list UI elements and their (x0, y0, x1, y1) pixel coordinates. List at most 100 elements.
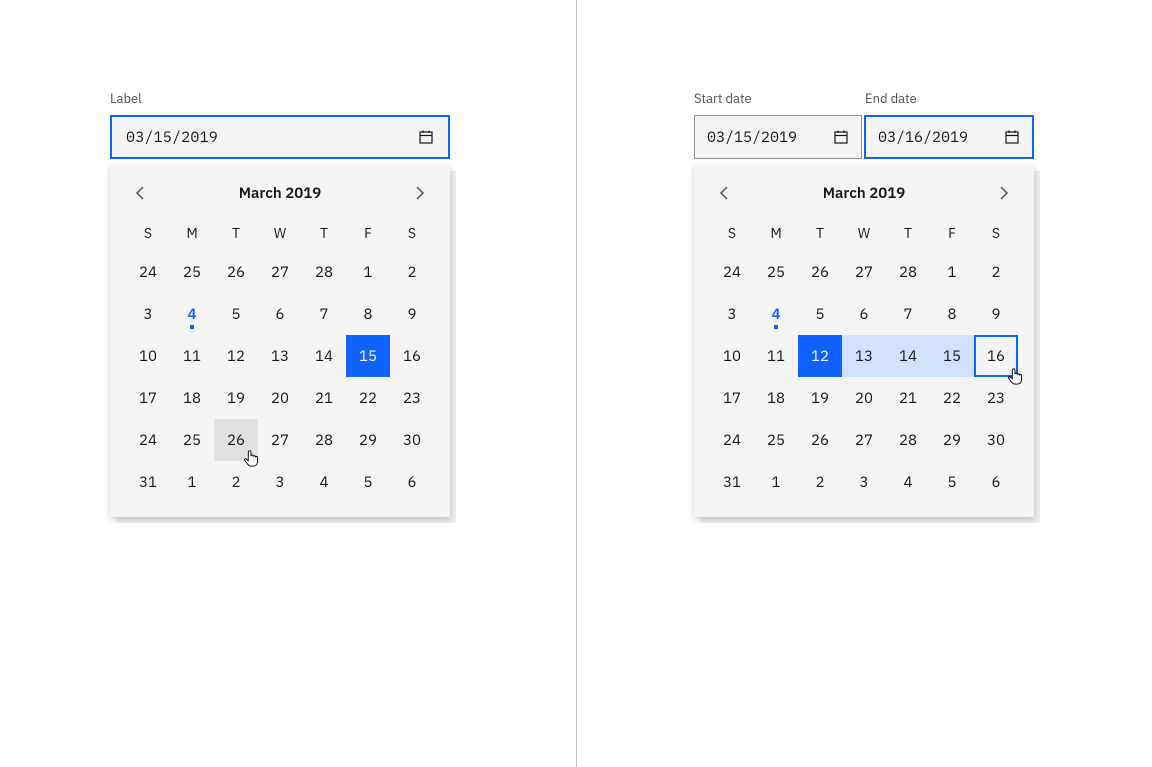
date-input-value: 03/15/2019 (126, 128, 418, 147)
day-cell[interactable]: 31 (710, 461, 754, 503)
day-cell[interactable]: 5 (214, 293, 258, 335)
day-cell[interactable]: 4 (170, 293, 214, 335)
day-cell[interactable]: 30 (390, 419, 434, 461)
day-cell[interactable]: 28 (302, 419, 346, 461)
day-cell[interactable]: 3 (258, 461, 302, 503)
day-cell[interactable]: 2 (214, 461, 258, 503)
day-cell[interactable]: 7 (302, 293, 346, 335)
day-cell[interactable]: 24 (126, 419, 170, 461)
day-cell[interactable]: 26 (214, 251, 258, 293)
day-cell[interactable]: 11 (170, 335, 214, 377)
day-cell[interactable]: 3 (842, 461, 886, 503)
day-cell[interactable]: 9 (974, 293, 1018, 335)
day-cell[interactable]: 23 (974, 377, 1018, 419)
day-cell[interactable]: 2 (974, 251, 1018, 293)
day-cell[interactable]: 30 (974, 419, 1018, 461)
day-cell[interactable]: 25 (170, 251, 214, 293)
day-cell[interactable]: 18 (754, 377, 798, 419)
day-cell[interactable]: 27 (842, 251, 886, 293)
day-cell[interactable]: 6 (258, 293, 302, 335)
prev-month-button[interactable] (126, 179, 154, 207)
day-cell[interactable]: 20 (842, 377, 886, 419)
field-label: Label (110, 90, 450, 107)
date-input[interactable]: 03/15/2019 (110, 115, 450, 159)
day-cell[interactable]: 26 (798, 251, 842, 293)
day-cell[interactable]: 22 (346, 377, 390, 419)
day-cell[interactable]: 6 (390, 461, 434, 503)
day-cell[interactable]: 2 (798, 461, 842, 503)
day-cell[interactable]: 16 (974, 335, 1018, 377)
day-cell[interactable]: 12 (214, 335, 258, 377)
day-cell[interactable]: 16 (390, 335, 434, 377)
day-cell[interactable]: 13 (842, 335, 886, 377)
weekday-header: T (886, 215, 930, 251)
day-cell[interactable]: 15 (930, 335, 974, 377)
day-cell[interactable]: 5 (798, 293, 842, 335)
day-cell[interactable]: 3 (710, 293, 754, 335)
day-cell[interactable]: 27 (258, 419, 302, 461)
day-cell[interactable]: 17 (710, 377, 754, 419)
day-cell[interactable]: 24 (126, 251, 170, 293)
day-cell[interactable]: 26 (214, 419, 258, 461)
day-cell[interactable]: 1 (346, 251, 390, 293)
day-cell[interactable]: 23 (390, 377, 434, 419)
day-cell[interactable]: 29 (346, 419, 390, 461)
day-cell[interactable]: 1 (754, 461, 798, 503)
day-cell[interactable]: 8 (930, 293, 974, 335)
day-cell[interactable]: 13 (258, 335, 302, 377)
day-cell[interactable]: 27 (842, 419, 886, 461)
day-cell[interactable]: 1 (170, 461, 214, 503)
day-cell[interactable]: 11 (754, 335, 798, 377)
day-cell[interactable]: 21 (886, 377, 930, 419)
day-cell[interactable]: 28 (302, 251, 346, 293)
day-cell[interactable]: 6 (842, 293, 886, 335)
next-month-button[interactable] (406, 179, 434, 207)
day-cell[interactable]: 20 (258, 377, 302, 419)
day-cell[interactable]: 7 (886, 293, 930, 335)
day-cell[interactable]: 3 (126, 293, 170, 335)
day-cell[interactable]: 31 (126, 461, 170, 503)
month-year-label: March 2019 (823, 184, 906, 203)
day-cell[interactable]: 25 (754, 419, 798, 461)
day-cell[interactable]: 17 (126, 377, 170, 419)
day-cell[interactable]: 14 (886, 335, 930, 377)
day-cell[interactable]: 21 (302, 377, 346, 419)
prev-month-button[interactable] (710, 179, 738, 207)
start-date-input[interactable]: 03/15/2019 (694, 115, 862, 159)
day-cell[interactable]: 24 (710, 251, 754, 293)
day-cell[interactable]: 28 (886, 419, 930, 461)
day-cell[interactable]: 19 (214, 377, 258, 419)
day-cell[interactable]: 29 (930, 419, 974, 461)
day-cell[interactable]: 6 (974, 461, 1018, 503)
weekday-header: S (974, 215, 1018, 251)
day-cell[interactable]: 10 (126, 335, 170, 377)
weekday-header: M (170, 215, 214, 251)
day-cell[interactable]: 9 (390, 293, 434, 335)
day-cell[interactable]: 25 (754, 251, 798, 293)
day-cell[interactable]: 24 (710, 419, 754, 461)
day-cell[interactable]: 28 (886, 251, 930, 293)
day-cell[interactable]: 22 (930, 377, 974, 419)
day-cell[interactable]: 27 (258, 251, 302, 293)
day-cell[interactable]: 25 (170, 419, 214, 461)
day-cell[interactable]: 18 (170, 377, 214, 419)
day-cell[interactable]: 14 (302, 335, 346, 377)
day-cell[interactable]: 5 (346, 461, 390, 503)
end-date-input[interactable]: 03/16/2019 (864, 115, 1034, 159)
day-cell[interactable]: 26 (798, 419, 842, 461)
day-cell[interactable]: 4 (886, 461, 930, 503)
day-cell[interactable]: 1 (930, 251, 974, 293)
day-cell[interactable]: 4 (754, 293, 798, 335)
day-cell[interactable]: 15 (346, 335, 390, 377)
weekday-header: F (930, 215, 974, 251)
day-cell[interactable]: 10 (710, 335, 754, 377)
day-cell[interactable]: 2 (390, 251, 434, 293)
day-cell[interactable]: 8 (346, 293, 390, 335)
day-cell[interactable]: 12 (798, 335, 842, 377)
day-cell[interactable]: 4 (302, 461, 346, 503)
day-cell[interactable]: 5 (930, 461, 974, 503)
day-cell[interactable]: 19 (798, 377, 842, 419)
weekday-header: T (214, 215, 258, 251)
next-month-button[interactable] (990, 179, 1018, 207)
weekday-header: S (126, 215, 170, 251)
